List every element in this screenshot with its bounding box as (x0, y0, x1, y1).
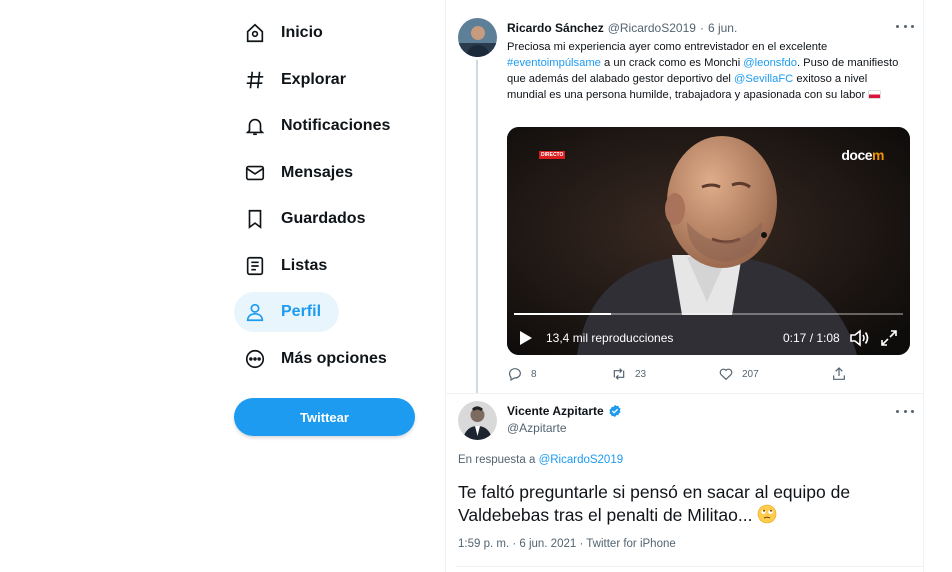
nav-label: Perfil (281, 303, 322, 320)
eye-roll-emoji-icon (757, 504, 777, 524)
hashtag-link[interactable]: #eventoimpúlsame (507, 57, 601, 69)
video-player[interactable]: DIRECTO docem 13,4 mil reproducciones 0:… (507, 127, 910, 355)
tweet-divider (446, 393, 923, 394)
channel-logo-mark: m (872, 147, 884, 163)
mention-link[interactable]: @SevillaFC (734, 73, 793, 85)
reply-context: En respuesta a @RicardoS2019 (458, 454, 623, 466)
list-icon (244, 255, 266, 277)
nav-item-explorar[interactable]: Explorar (234, 60, 364, 100)
thread-line (476, 60, 478, 394)
like-count: 207 (742, 368, 759, 380)
nav-label: Listas (281, 257, 328, 274)
like-button[interactable]: 207 (718, 366, 759, 382)
tweet-text-part: a un crack como es Monchi (600, 57, 744, 69)
hashtag-icon (244, 69, 266, 91)
video-progress-fill (514, 313, 612, 315)
view-count: 13,4 mil reproducciones (546, 331, 674, 345)
person-icon (244, 301, 266, 323)
video-progress-bar[interactable] (514, 313, 903, 315)
play-icon[interactable] (519, 330, 533, 346)
channel-logo: docem (841, 147, 884, 163)
more-circle-icon (244, 348, 266, 370)
retweet-button[interactable]: 23 (611, 366, 646, 382)
nav-label: Explorar (281, 71, 346, 88)
fullscreen-icon[interactable] (880, 329, 898, 347)
author-name[interactable]: Vicente Azpitarte (507, 404, 604, 418)
live-badge: DIRECTO (539, 151, 566, 159)
avatar[interactable] (458, 401, 497, 440)
tweet-text: Te faltó preguntarle si pensó en sacar a… (458, 481, 908, 527)
nav-label: Más opciones (281, 350, 387, 367)
retweet-icon (613, 368, 625, 380)
author-name-row: Vicente Azpitarte (507, 404, 622, 418)
nav-item-guardados[interactable]: Guardados (234, 199, 383, 239)
tweet-metadata[interactable]: 1:59 p. m. · 6 jun. 2021 · Twitter for i… (458, 538, 676, 550)
heart-icon (719, 368, 733, 381)
nav-item-mensajes[interactable]: Mensajes (234, 153, 371, 193)
nav-item-mas-opciones[interactable]: Más opciones (234, 339, 405, 379)
tweet-text-part: Preciosa mi experiencia ayer como entrev… (507, 41, 828, 53)
video-time: 0:17 / 1:08 (783, 331, 840, 345)
reply-count: 8 (531, 368, 537, 380)
nav-item-perfil[interactable]: Perfil (234, 292, 340, 332)
tweet-button[interactable]: Twittear (234, 398, 415, 436)
home-icon (244, 22, 266, 44)
nav-label: Notificaciones (281, 117, 391, 134)
reply-icon (509, 368, 521, 382)
channel-logo-text: doce (841, 147, 873, 163)
tweet-text-body: Te faltó preguntarle si pensó en sacar a… (458, 482, 851, 525)
tweet-divider (456, 566, 923, 567)
author-handle[interactable]: @RicardoS2019 (608, 21, 696, 35)
reply-prefix: En respuesta a (458, 454, 539, 466)
poland-flag-icon (868, 90, 882, 99)
avatar[interactable] (458, 18, 497, 57)
tweet-date[interactable]: 6 jun. (708, 21, 737, 35)
reply-button[interactable]: 8 (507, 366, 537, 382)
more-options-icon[interactable] (896, 21, 914, 31)
nav-item-listas[interactable]: Listas (234, 246, 345, 286)
bell-icon (244, 115, 266, 137)
volume-icon[interactable] (849, 329, 869, 347)
share-button[interactable] (831, 366, 847, 382)
verified-badge-icon (609, 404, 621, 418)
reply-to-mention[interactable]: @RicardoS2019 (539, 454, 624, 466)
author-name[interactable]: Ricardo Sánchez (507, 21, 604, 35)
bookmark-icon (244, 208, 266, 230)
separator-dot: · (699, 21, 704, 35)
tweet-text: Preciosa mi experiencia ayer como entrev… (507, 39, 907, 103)
nav-item-notificaciones[interactable]: Notificaciones (234, 106, 408, 146)
nav-label: Inicio (281, 24, 323, 41)
mention-link[interactable]: @leonsfdo (743, 57, 797, 69)
nav-label: Guardados (281, 210, 366, 227)
nav-item-inicio[interactable]: Inicio (234, 13, 341, 53)
envelope-icon (244, 162, 266, 184)
share-icon (833, 367, 845, 380)
tweet-header: Ricardo Sánchez @RicardoS2019 · 6 jun. (507, 21, 737, 35)
author-handle[interactable]: @Azpitarte (507, 421, 567, 435)
nav-label: Mensajes (281, 164, 354, 181)
more-options-icon[interactable] (896, 406, 914, 416)
retweet-count: 23 (635, 368, 647, 380)
